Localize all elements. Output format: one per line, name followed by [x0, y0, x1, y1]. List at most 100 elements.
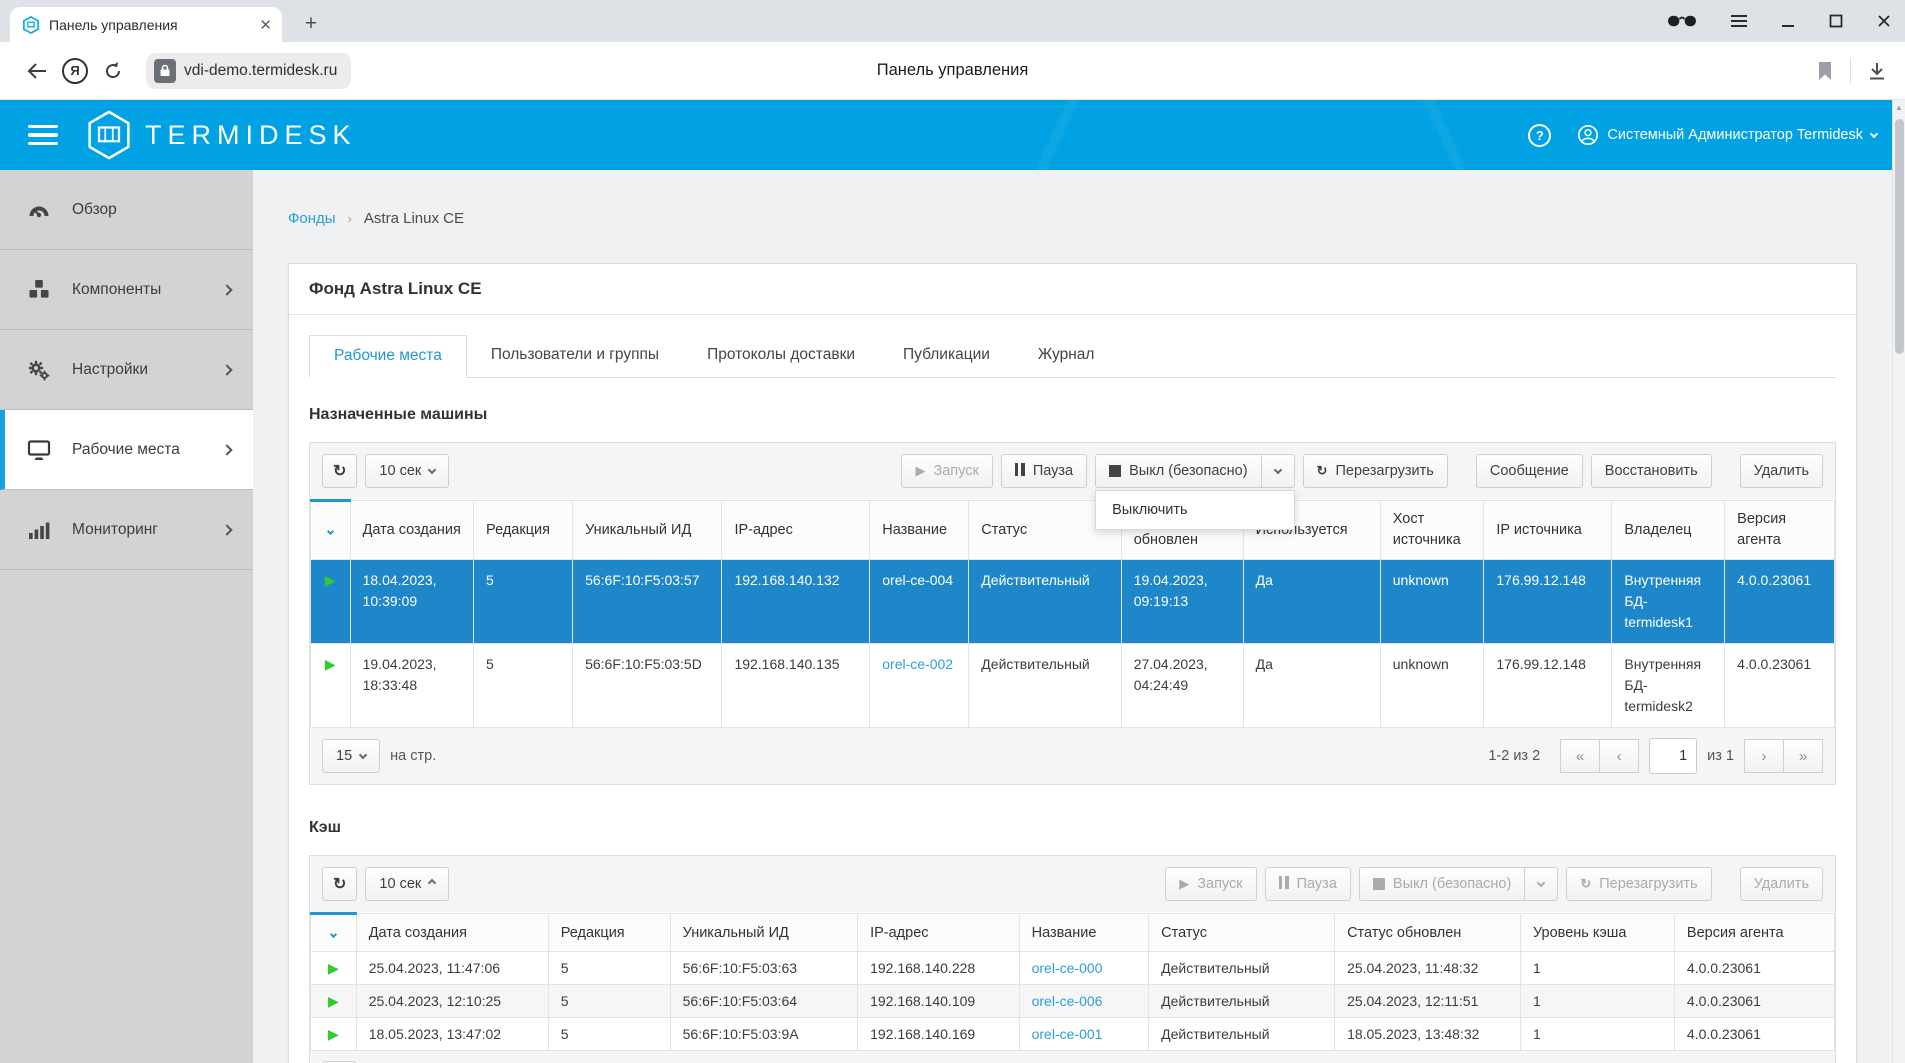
refresh-button[interactable]: ↻: [322, 867, 357, 901]
new-tab-button[interactable]: +: [296, 9, 326, 39]
sidebar: Обзор Компоненты: [0, 170, 253, 1063]
tab-publications[interactable]: Публикации: [879, 335, 1014, 377]
refresh-interval-select[interactable]: 10 сек: [365, 867, 449, 901]
power-off-dropdown-toggle[interactable]: [1261, 454, 1295, 488]
table-row[interactable]: ▶18.05.2023, 13:47:02556:6F:10:F5:03:9A1…: [311, 1018, 1835, 1051]
cache-toolbar: ↻ 10 сек ▶ Запуск Пауза: [310, 856, 1835, 912]
column-header: Редакция: [548, 914, 670, 952]
table-row[interactable]: ▶25.04.2023, 12:10:25556:6F:10:F5:03:641…: [311, 985, 1835, 1018]
start-button[interactable]: ▶ Запуск: [901, 454, 992, 488]
page-scrollbar[interactable]: ▲: [1892, 100, 1905, 1063]
table-row[interactable]: ▶19.04.2023, 18:33:48556:6F:10:F5:03:5D1…: [311, 644, 1835, 728]
page-number-input[interactable]: [1649, 738, 1697, 774]
power-off-menu-item[interactable]: Выключить: [1096, 491, 1293, 529]
gauge-icon: [26, 199, 52, 221]
pause-button[interactable]: Пауза: [1001, 454, 1087, 488]
row-select-cell[interactable]: ▶: [311, 952, 357, 985]
reboot-icon: ↻: [1580, 876, 1591, 892]
sidebar-item-components[interactable]: Компоненты: [0, 250, 253, 330]
prev-page-button[interactable]: ‹: [1599, 739, 1639, 773]
chevron-down-icon: [1537, 879, 1545, 887]
breadcrumb-funds-link[interactable]: Фонды: [288, 210, 336, 227]
cell-revision: 5: [548, 1018, 670, 1051]
cell-revision: 5: [548, 985, 670, 1018]
start-button[interactable]: ▶ Запуск: [1165, 867, 1256, 901]
message-button[interactable]: Сообщение: [1476, 454, 1583, 488]
last-page-button[interactable]: »: [1783, 739, 1823, 773]
reboot-icon: ↻: [1317, 463, 1328, 479]
delete-button[interactable]: Удалить: [1740, 867, 1823, 901]
running-play-icon: ▶: [325, 656, 336, 672]
page-size-select[interactable]: 15: [322, 739, 380, 773]
scrollbar-thumb[interactable]: [1895, 119, 1904, 354]
table-row[interactable]: ▶18.04.2023, 10:39:09556:6F:10:F5:03:571…: [311, 560, 1835, 644]
bookmark-icon[interactable]: [1816, 61, 1834, 81]
back-button[interactable]: [18, 62, 56, 80]
power-off-safe-button[interactable]: Выкл (безопасно): [1359, 867, 1525, 901]
row-select-cell[interactable]: ▶: [311, 644, 351, 728]
cell-created: 25.04.2023, 12:10:25: [356, 985, 548, 1018]
tab-delivery-protocols[interactable]: Протоколы доставки: [683, 335, 879, 377]
logo-hexagon-icon: [86, 110, 132, 160]
fund-tabs: Рабочие места Пользователи и группы Прот…: [309, 335, 1836, 378]
reboot-button[interactable]: ↻ Перезагрузить: [1566, 867, 1711, 901]
next-page-button[interactable]: ›: [1744, 739, 1784, 773]
machine-name-link[interactable]: orel-ce-004: [882, 572, 953, 588]
scrollbar-up-arrow[interactable]: ▲: [1893, 100, 1905, 115]
breadcrumb: Фонды › Astra Linux CE: [288, 210, 1857, 227]
machine-name-link[interactable]: orel-ce-000: [1032, 960, 1103, 976]
machine-name-link[interactable]: orel-ce-001: [1032, 1026, 1103, 1042]
restore-button[interactable]: Восстановить: [1591, 454, 1712, 488]
pause-button[interactable]: Пауза: [1265, 867, 1351, 901]
cell-cache_level: 1: [1520, 1018, 1674, 1051]
sidebar-item-label: Мониторинг: [72, 521, 158, 539]
reload-button[interactable]: [94, 61, 132, 81]
sidebar-item-workplaces[interactable]: Рабочие места: [0, 410, 253, 490]
chevron-right-icon: [221, 284, 232, 295]
cell-agent_version: 4.0.0.23061: [1725, 560, 1835, 644]
window-close-button[interactable]: [1877, 14, 1891, 28]
select-all-header[interactable]: [311, 501, 351, 560]
hamburger-menu-icon[interactable]: [28, 125, 58, 146]
sidebar-item-monitoring[interactable]: Мониторинг: [0, 490, 253, 570]
select-all-header[interactable]: [311, 914, 357, 952]
window-maximize-button[interactable]: [1829, 14, 1843, 28]
machine-name-link[interactable]: orel-ce-006: [1032, 993, 1103, 1009]
refresh-button[interactable]: ↻: [322, 454, 357, 488]
row-select-cell[interactable]: ▶: [311, 985, 357, 1018]
browser-tab[interactable]: Панель управления ✕: [10, 7, 282, 42]
cell-name: orel-ce-002: [870, 644, 969, 728]
column-header: IP-адрес: [722, 501, 870, 560]
user-menu[interactable]: Системный Администратор Termidesk: [1577, 124, 1877, 146]
cell-status: Действительный: [1149, 1018, 1335, 1051]
browser-menu-icon[interactable]: [1731, 14, 1747, 28]
machine-name-link[interactable]: orel-ce-002: [882, 656, 953, 672]
cell-status_updated: 25.04.2023, 11:48:32: [1335, 952, 1521, 985]
chevron-down-icon: [1273, 466, 1281, 474]
cell-created: 18.05.2023, 13:47:02: [356, 1018, 548, 1051]
cell-status: Действительный: [1149, 985, 1335, 1018]
reboot-button[interactable]: ↻ Перезагрузить: [1303, 454, 1448, 488]
url-bar[interactable]: vdi-demo.termidesk.ru: [146, 53, 351, 89]
cell-ip: 192.168.140.228: [858, 952, 1020, 985]
download-icon[interactable]: [1867, 61, 1887, 81]
row-select-cell[interactable]: ▶: [311, 560, 351, 644]
table-row[interactable]: ▶25.04.2023, 11:47:06556:6F:10:F5:03:631…: [311, 952, 1835, 985]
yandex-button[interactable]: Я: [56, 58, 94, 84]
tab-users-groups[interactable]: Пользователи и группы: [467, 335, 683, 377]
refresh-interval-select[interactable]: 10 сек: [365, 454, 449, 488]
tab-workplaces[interactable]: Рабочие места: [309, 335, 467, 378]
tab-journal[interactable]: Журнал: [1014, 335, 1119, 377]
tab-close-icon[interactable]: ✕: [259, 16, 272, 34]
row-select-cell[interactable]: ▶: [311, 1018, 357, 1051]
header-row: Дата созданияРедакцияУникальный ИДIP-адр…: [311, 914, 1835, 952]
sidebar-item-overview[interactable]: Обзор: [0, 170, 253, 250]
help-icon[interactable]: ?: [1528, 124, 1551, 147]
delete-button[interactable]: Удалить: [1740, 454, 1823, 488]
power-off-safe-button[interactable]: Выкл (безопасно): [1095, 454, 1261, 488]
cell-owner: Внутренняя БД-termidesk2: [1612, 644, 1725, 728]
first-page-button[interactable]: «: [1560, 739, 1600, 773]
sidebar-item-settings[interactable]: Настройки: [0, 330, 253, 410]
window-minimize-button[interactable]: [1781, 14, 1795, 28]
power-off-dropdown-toggle[interactable]: [1524, 867, 1558, 901]
